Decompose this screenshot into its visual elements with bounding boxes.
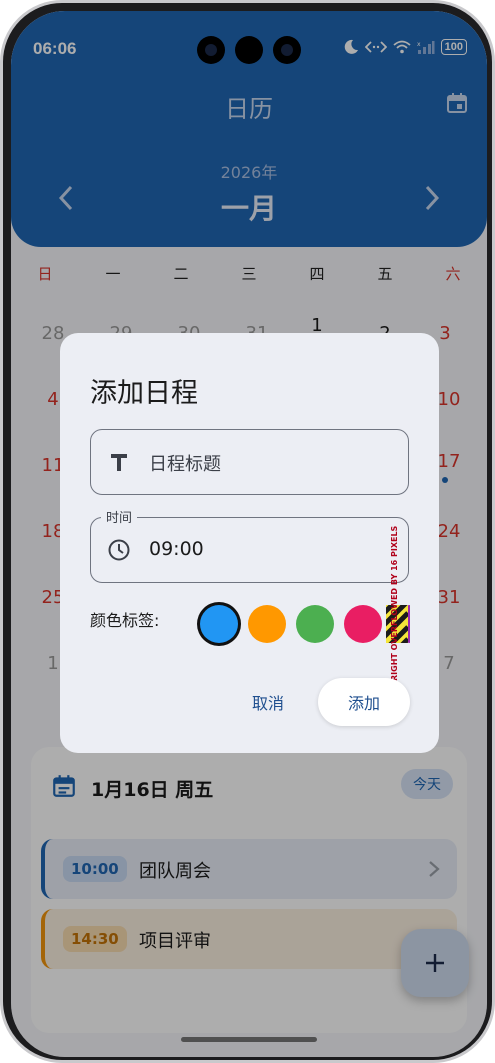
screen: 06:06 x 100 日历 2026年 一月 日 一 二 三 四 五 六 28…: [11, 11, 487, 1057]
color-swatch-pink[interactable]: [344, 605, 382, 643]
color-swatch-orange[interactable]: [248, 605, 286, 643]
event-time-field[interactable]: 时间 09:00: [90, 507, 409, 583]
overflow-warning: RIGHT OVERFLOWED BY 16 PIXELS: [390, 525, 399, 681]
color-swatch-blue[interactable]: [200, 605, 238, 643]
event-time-value: 09:00: [149, 538, 204, 560]
color-swatch-green[interactable]: [296, 605, 334, 643]
text-icon: [111, 454, 127, 471]
color-label: 颜色标签:: [90, 611, 160, 630]
clock-icon: [108, 539, 130, 561]
time-field-label: 时间: [101, 507, 138, 526]
add-event-dialog: 添加日程 日程标题 时间 09:00 颜色标签: RIGHT OVERFLOWE…: [60, 333, 439, 753]
phone-frame: 06:06 x 100 日历 2026年 一月 日 一 二 三 四 五 六 28…: [0, 0, 495, 1063]
event-title-field[interactable]: 日程标题: [90, 429, 409, 495]
cancel-button[interactable]: 取消: [240, 679, 296, 725]
dialog-title: 添加日程: [90, 378, 198, 409]
event-title-placeholder: 日程标题: [149, 454, 221, 475]
add-button[interactable]: 添加: [318, 678, 410, 726]
